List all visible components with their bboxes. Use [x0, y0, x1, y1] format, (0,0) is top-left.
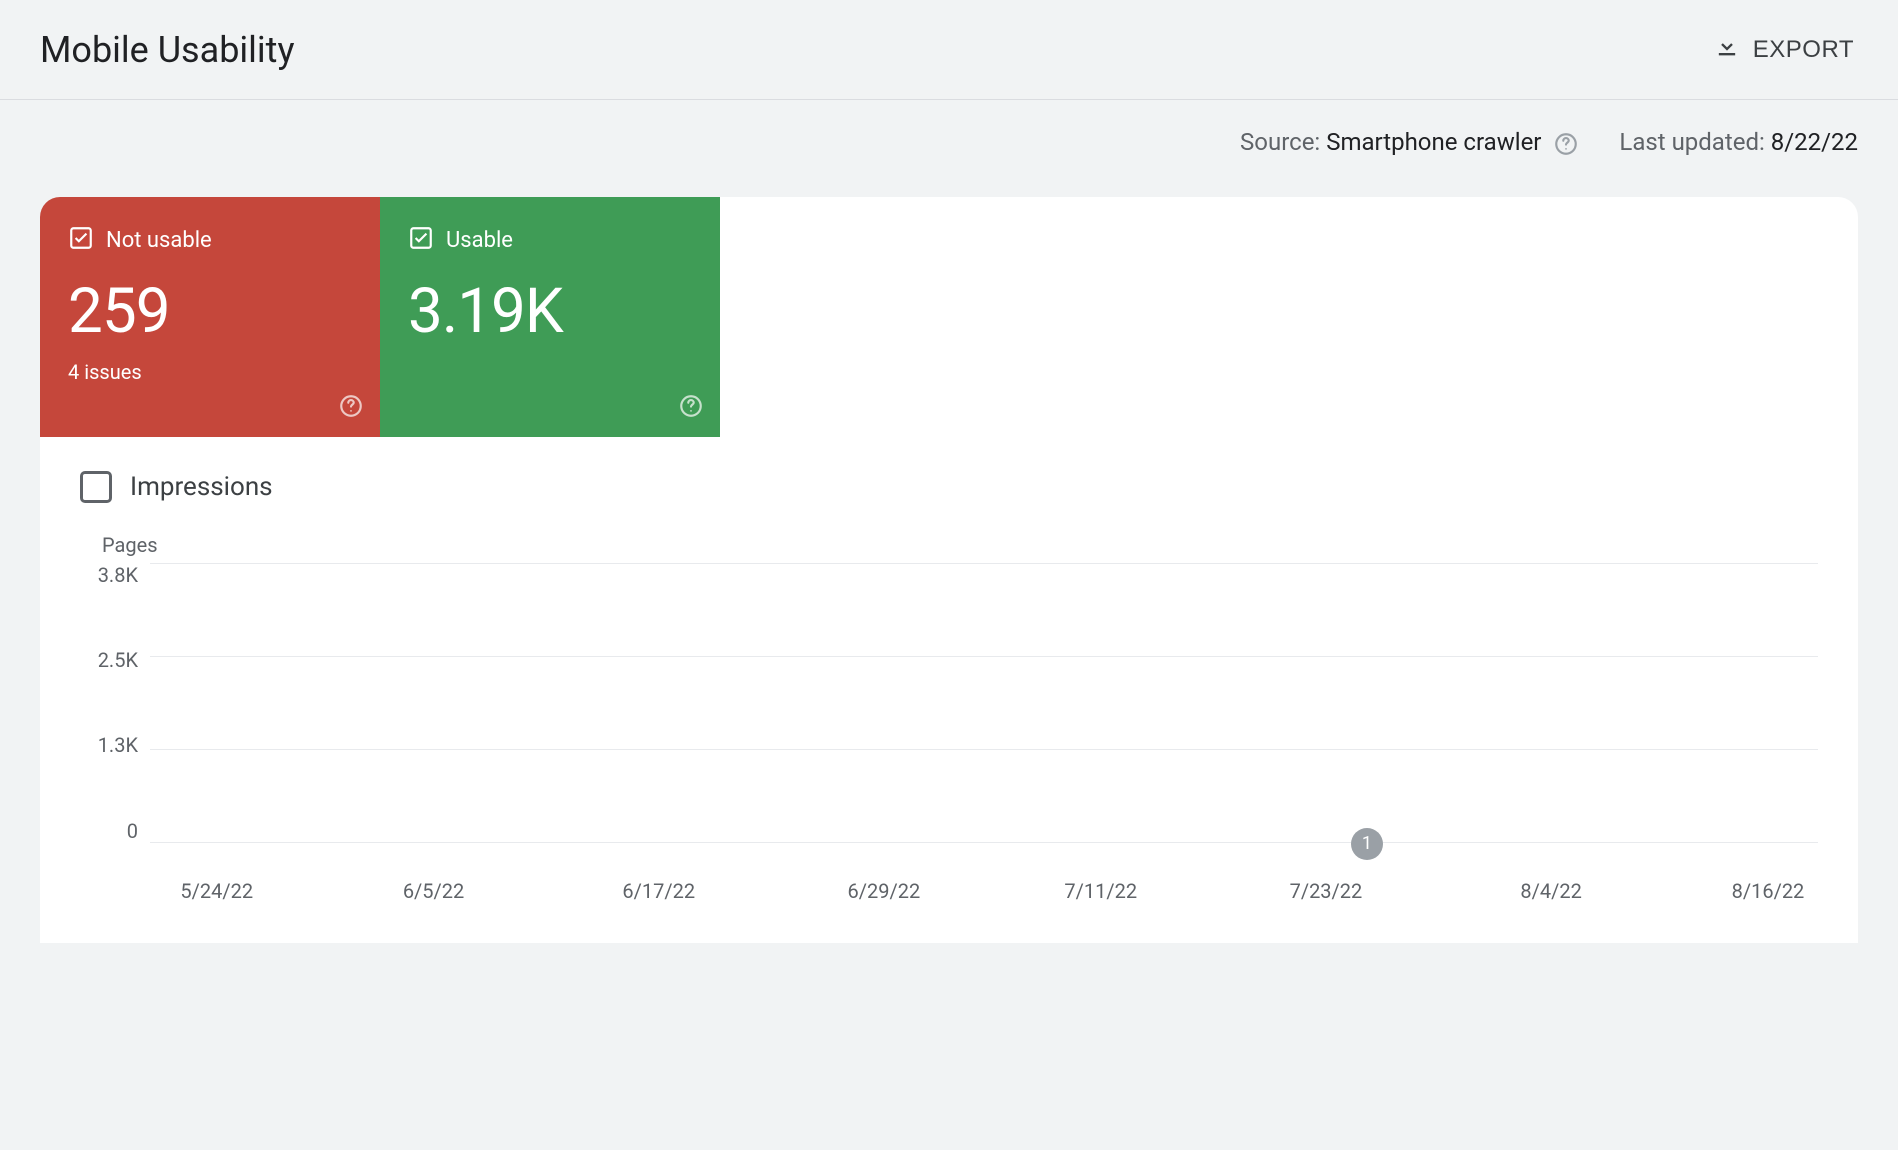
x-tick: 5/24/22 [180, 879, 253, 903]
tile-sub: 4 issues [68, 360, 352, 384]
impressions-toggle-row: Impressions [40, 437, 1858, 513]
help-icon[interactable] [1553, 131, 1579, 157]
page-header: Mobile Usability EXPORT [0, 0, 1898, 100]
chart: Pages 3.8K 2.5K 1.3K 0 1 5/24/22 6/5/22 6/17/… [40, 513, 1858, 903]
y-tick: 0 [127, 819, 138, 843]
gridline [150, 749, 1818, 750]
tile-header: Usable [408, 225, 692, 257]
updated-value: 8/22/22 [1771, 128, 1858, 156]
source-label: Source: [1240, 128, 1320, 156]
y-axis-title: Pages [80, 533, 1818, 557]
gridline [150, 563, 1818, 564]
gridline [150, 842, 1818, 843]
y-tick: 3.8K [98, 563, 138, 587]
updated-info: Last updated: 8/22/22 [1619, 128, 1858, 156]
tile-value: 3.19K [408, 275, 692, 348]
tile-label: Not usable [106, 228, 212, 253]
x-tick: 7/11/22 [1064, 879, 1137, 903]
bars-container [150, 563, 1818, 842]
checkbox-checked-icon [68, 225, 94, 257]
y-axis-ticks: 3.8K 2.5K 1.3K 0 [80, 563, 150, 843]
plot-area[interactable]: 1 [150, 563, 1818, 843]
x-tick: 7/23/22 [1290, 879, 1363, 903]
summary-tiles: Not usable 259 4 issues Usable 3.19K [40, 197, 1858, 437]
tile-header: Not usable [68, 225, 352, 257]
x-tick: 6/29/22 [848, 879, 921, 903]
source-info: Source: Smartphone crawler [1240, 128, 1579, 157]
impressions-checkbox[interactable] [80, 471, 112, 503]
tile-label: Usable [446, 228, 513, 253]
checkbox-checked-icon [408, 225, 434, 257]
export-button[interactable]: EXPORT [1709, 24, 1858, 75]
chart-annotation-marker[interactable]: 1 [1351, 828, 1383, 860]
download-icon [1713, 32, 1741, 67]
x-axis-ticks: 5/24/22 6/5/22 6/17/22 6/29/22 7/11/22 7/23/2… [150, 879, 1818, 903]
tile-usable[interactable]: Usable 3.19K [380, 197, 720, 437]
gridline [150, 656, 1818, 657]
x-tick: 8/16/22 [1732, 879, 1805, 903]
x-tick: 6/5/22 [403, 879, 464, 903]
x-tick: 6/17/22 [622, 879, 695, 903]
chart-area: 3.8K 2.5K 1.3K 0 1 [80, 563, 1818, 843]
export-label: EXPORT [1753, 36, 1854, 64]
y-tick: 2.5K [98, 648, 138, 672]
x-tick: 8/4/22 [1520, 879, 1581, 903]
tile-value: 259 [68, 275, 352, 348]
main-card: Not usable 259 4 issues Usable 3.19K Imp [40, 197, 1858, 943]
help-icon[interactable] [678, 393, 704, 423]
updated-label: Last updated: [1619, 128, 1764, 156]
tile-not-usable[interactable]: Not usable 259 4 issues [40, 197, 380, 437]
source-value: Smartphone crawler [1326, 128, 1541, 156]
meta-row: Source: Smartphone crawler Last updated:… [0, 100, 1898, 197]
help-icon[interactable] [338, 393, 364, 423]
impressions-label: Impressions [130, 472, 273, 502]
y-tick: 1.3K [98, 733, 138, 757]
page-title: Mobile Usability [40, 29, 295, 71]
